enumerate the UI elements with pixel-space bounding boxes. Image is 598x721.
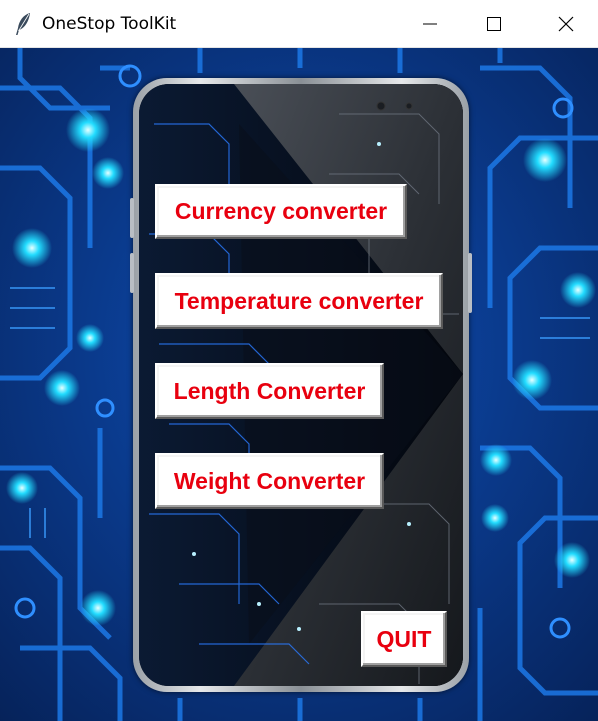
maximize-icon [487, 17, 501, 31]
window-title: OneStop ToolKit [42, 14, 177, 34]
temperature-converter-button[interactable]: Temperature converter [155, 273, 443, 329]
phone-side-key [130, 198, 134, 238]
quit-button[interactable]: QUIT [361, 611, 447, 667]
currency-converter-button[interactable]: Currency converter [155, 184, 407, 239]
phone-side-key [468, 253, 472, 313]
title-bar[interactable]: OneStop ToolKit [0, 0, 598, 48]
phone-side-key [130, 253, 134, 293]
length-converter-button[interactable]: Length Converter [155, 363, 384, 419]
close-icon [558, 16, 574, 32]
close-button[interactable] [534, 0, 598, 48]
feather-icon [14, 12, 32, 36]
maximize-button[interactable] [462, 0, 526, 48]
minimize-icon [423, 17, 437, 31]
weight-converter-button[interactable]: Weight Converter [155, 453, 384, 509]
minimize-button[interactable] [398, 0, 462, 48]
